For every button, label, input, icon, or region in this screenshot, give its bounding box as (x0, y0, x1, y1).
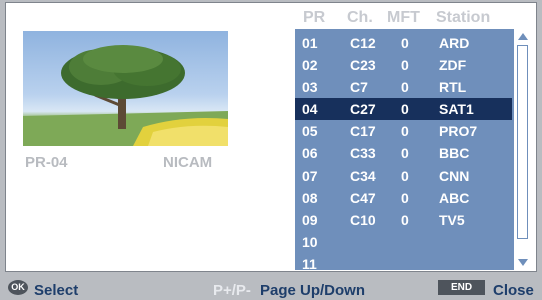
channel-pr: 05 (302, 123, 318, 139)
channel-pr: 03 (302, 79, 318, 95)
channel-mft: 0 (401, 123, 409, 139)
channel-mft: 0 (401, 168, 409, 184)
channel-ch: C10 (350, 212, 376, 228)
channel-row[interactable]: 01 C12 0 ARD (295, 32, 512, 54)
channel-ch: C27 (350, 101, 376, 117)
header-ch: Ch. (347, 9, 373, 26)
channel-row[interactable]: 03 C7 0 RTL (295, 76, 512, 98)
page-up-down-label: Page Up/Down (260, 282, 366, 299)
channel-pr: 02 (302, 57, 318, 73)
channel-mft: 0 (401, 57, 409, 73)
end-button-icon[interactable]: END (438, 280, 485, 295)
scrollbar-thumb[interactable] (517, 45, 528, 239)
channel-pr: 10 (302, 234, 318, 250)
preview-audio-label: NICAM (163, 154, 213, 171)
channel-pr: 04 (302, 101, 318, 117)
channel-row[interactable]: 05 C17 0 PRO7 (295, 120, 512, 142)
footer-help-bar: OK Select P+/P- Page Up/Down END Close (0, 272, 542, 300)
channel-station: RTL (439, 79, 467, 95)
channel-ch: C47 (350, 190, 376, 206)
channel-row[interactable]: 07 C34 0 CNN (295, 165, 512, 187)
channel-pr: 08 (302, 190, 318, 206)
channel-ch: C12 (350, 35, 376, 51)
tv-preview-image (23, 31, 228, 146)
channel-station: TV5 (439, 212, 465, 228)
scroll-down-arrow-icon[interactable] (518, 259, 528, 266)
channel-station: ABC (439, 190, 470, 206)
channel-ch: C7 (350, 79, 368, 95)
channel-mft: 0 (401, 35, 409, 51)
page-key-label: P+/P- (213, 282, 251, 299)
list-scrollbar[interactable] (514, 29, 531, 270)
channel-ch: C33 (350, 145, 376, 161)
channel-mft: 0 (401, 190, 409, 206)
channel-station: ZDF (439, 57, 467, 73)
channel-ch: C17 (350, 123, 376, 139)
channel-row[interactable]: 04 C27 0 SAT1 (295, 98, 512, 120)
channel-row[interactable]: 09 C10 0 TV5 (295, 209, 512, 231)
channel-pr: 09 (302, 212, 318, 228)
channel-station: BBC (439, 145, 470, 161)
channel-row[interactable]: 06 C33 0 BBC (295, 142, 512, 164)
channel-list[interactable]: 01 C12 0 ARD 02 C23 0 ZDF 03 C7 0 RTL 04 C27 0 SAT1 05 C1… (295, 29, 531, 272)
channel-mft: 0 (401, 145, 409, 161)
channel-pr: 06 (302, 145, 318, 161)
channel-pr: 01 (302, 35, 318, 51)
channel-station: PRO7 (439, 123, 478, 139)
channel-station: CNN (439, 168, 470, 184)
channel-ch: C23 (350, 57, 376, 73)
channel-row[interactable]: 10 (295, 231, 512, 253)
channel-mft: 0 (401, 101, 409, 117)
channel-mft: 0 (401, 79, 409, 95)
header-pr: PR (303, 9, 326, 26)
channel-pr: 07 (302, 168, 318, 184)
header-mft: MFT (387, 9, 420, 26)
scroll-up-arrow-icon[interactable] (518, 33, 528, 40)
channel-ch: C34 (350, 168, 376, 184)
channel-row[interactable]: 08 C47 0 ABC (295, 187, 512, 209)
ok-button-icon[interactable]: OK (8, 280, 28, 295)
channel-mft: 0 (401, 212, 409, 228)
channel-station: SAT1 (439, 101, 474, 117)
channel-pr: 11 (302, 256, 317, 272)
preview-program-label: PR-04 (25, 154, 68, 171)
close-label: Close (493, 282, 534, 299)
channel-row[interactable]: 02 C23 0 ZDF (295, 54, 512, 76)
channel-station: ARD (439, 35, 470, 51)
select-label: Select (34, 282, 79, 299)
header-station: Station (436, 9, 491, 26)
